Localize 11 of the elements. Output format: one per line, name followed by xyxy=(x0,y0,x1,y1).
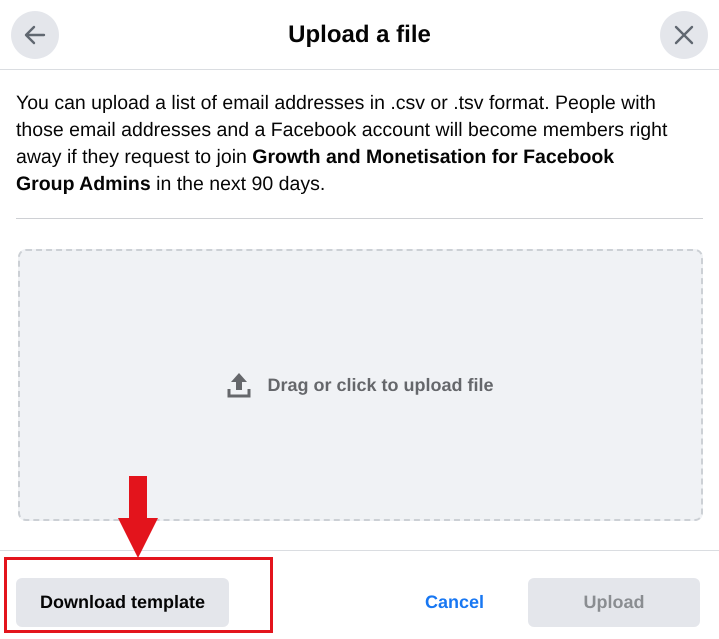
back-arrow-icon xyxy=(24,24,46,44)
dropzone-label: Drag or click to upload file xyxy=(267,374,494,396)
file-dropzone[interactable]: Drag or click to upload file xyxy=(18,249,703,521)
cancel-link[interactable]: Cancel xyxy=(408,578,500,627)
upload-icon xyxy=(227,372,252,398)
close-button[interactable] xyxy=(660,10,708,58)
footer-button[interactable]: Download template xyxy=(16,578,229,627)
description-text: You can upload a list of email addresses in .csv or .tsv format. People with those email addresses and a Facebook account will become members right away if they request to join Growth and Monetisation for Facebook Group Admins in the next 90 days. xyxy=(16,90,703,219)
back-button[interactable] xyxy=(11,10,59,58)
close-icon xyxy=(674,24,694,44)
dialog-title: Upload a file xyxy=(288,20,431,48)
